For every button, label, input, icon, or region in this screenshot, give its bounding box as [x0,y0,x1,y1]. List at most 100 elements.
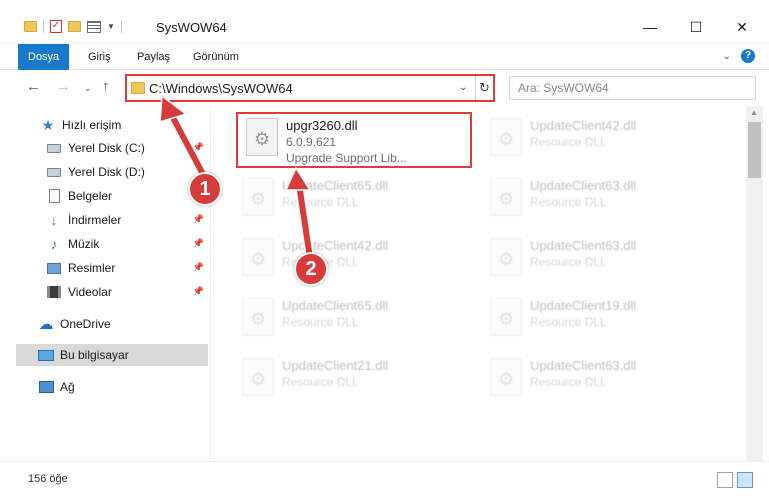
file-type: Resource DLL [282,375,359,389]
sidebar-item-network[interactable]: Ağ [16,376,208,398]
sidebar-item-this-pc[interactable]: Bu bilgisayar [16,344,208,366]
sidebar-item-label: OneDrive [60,317,111,331]
sidebar-item-local-disk-c[interactable]: Yerel Disk (C:) 📌 [16,137,208,159]
tab-file[interactable]: Dosya [18,44,70,70]
back-arrow-icon[interactable]: ← [26,78,41,95]
file-type: Resource DLL [530,255,607,269]
file-item[interactable]: ⚙ UpdateClient63.dll Resource DLL [482,172,722,222]
sidebar-item-label: Videolar [68,285,112,299]
sidebar-item-label: Belgeler [68,189,113,203]
file-type: Resource DLL [530,315,607,329]
window-title: SysWOW64 [156,20,227,35]
recent-locations-chevron-icon[interactable]: ⌄ [84,83,92,94]
file-item[interactable]: ⚙ UpdateClient63.dll Resource DLL [482,352,722,402]
folder-icon [131,82,145,94]
sidebar-item-label: Resimler [68,261,116,275]
properties-check-icon[interactable]: ✓ [50,20,62,33]
help-icon[interactable]: ? [741,49,755,63]
ribbon-controls: ⌄ ? [723,49,755,63]
file-item[interactable]: ⚙ UpdateClient42.dll Resource DLL [234,232,474,282]
maximize-button[interactable]: ☐ [673,14,719,40]
quick-access-toolbar: ✓ ▼ [24,20,122,33]
file-item[interactable]: ⚙ UpdateClient19.dll Resource DLL [482,292,722,342]
sidebar-item-onedrive[interactable]: ☁ OneDrive [16,313,208,335]
navigation-bar: ← → ⌄ ↑ C:\Windows\SysWOW64 ⌄ ↻ Ara: Sys… [0,70,769,106]
document-icon [46,189,62,203]
tab-view[interactable]: Görünüm [183,44,249,70]
file-item[interactable]: ⚙ UpdateClient42.dll Resource DLL [482,112,722,162]
file-name: UpdateClient42.dll [530,118,637,133]
dll-file-icon: ⚙ [490,118,522,156]
dll-file-icon: ⚙ [490,238,522,276]
video-icon [46,285,62,299]
refresh-icon[interactable]: ↻ [475,76,493,100]
sidebar-item-label: Yerel Disk (C:) [68,141,145,155]
star-icon: ★ [41,116,55,133]
download-icon: ↓ [50,212,58,228]
file-name: UpdateClient65.dll [282,178,389,193]
dll-file-icon: ⚙ [490,358,522,396]
toolbar-separator [120,20,122,33]
address-path[interactable]: C:\Windows\SysWOW64 [149,81,293,96]
file-name: UpdateClient19.dll [530,298,637,313]
customize-toolbar-arrow-icon[interactable]: ▼ [107,22,115,31]
close-button[interactable]: ✕ [719,14,765,40]
dll-file-icon: ⚙ [242,298,274,336]
folder-icon[interactable] [24,21,37,32]
dll-file-icon: ⚙ [242,358,274,396]
step-callout-one: 1 [188,172,222,206]
file-name: UpdateClient63.dll [530,358,637,373]
sidebar-item-label: Hızlı erişim [62,118,122,132]
pin-icon[interactable]: 📌 [193,262,204,273]
item-count: 156 öğe [28,473,68,485]
tab-home[interactable]: Giriş [78,44,121,70]
scroll-up-arrow-icon[interactable]: ▲ [750,108,758,117]
view-toggle [717,472,753,488]
file-name: UpdateClient21.dll [282,358,389,373]
file-item[interactable]: ⚙ UpdateClient65.dll Resource DLL [234,172,474,222]
large-icons-view-icon[interactable] [737,472,753,488]
forward-arrow-icon[interactable]: → [56,78,71,95]
sidebar-item-label: İndirmeler [68,213,122,227]
address-bar[interactable]: C:\Windows\SysWOW64 ⌄ ↻ [125,74,495,102]
up-arrow-icon[interactable]: ↑ [102,78,110,95]
sidebar-item-quick-access[interactable]: ★ Hızlı erişim [16,114,208,136]
tab-share[interactable]: Paylaş [127,44,180,70]
new-folder-icon[interactable] [68,21,81,32]
drive-icon [46,165,62,179]
details-view-icon[interactable] [717,472,733,488]
search-box[interactable]: Ara: SysWOW64 [509,76,756,100]
vertical-scrollbar[interactable]: ▲ [746,106,763,461]
sidebar-item-label: Yerel Disk (D:) [68,165,145,179]
sidebar-item-label: Müzik [68,237,100,251]
sidebar-item-pictures[interactable]: Resimler 📌 [16,257,208,279]
properties-icon[interactable] [87,20,101,33]
dll-file-icon: ⚙ [242,238,274,276]
file-item[interactable]: ⚙ UpdateClient63.dll Resource DLL [482,232,722,282]
search-input[interactable]: Ara: SysWOW64 [518,81,609,95]
title-bar: ✓ ▼ SysWOW64 — ☐ ✕ [0,0,769,44]
step-callout-two: 2 [294,252,328,286]
toolbar-separator [43,20,44,33]
address-dropdown-chevron-icon[interactable]: ⌄ [459,82,467,93]
minimize-button[interactable]: — [627,14,673,40]
sidebar-item-documents[interactable]: Belgeler 📌 [16,185,208,207]
sidebar-item-label: Bu bilgisayar [60,348,129,362]
pin-icon[interactable]: 📌 [193,286,204,297]
cloud-icon: ☁ [38,316,54,333]
file-type: Resource DLL [530,375,607,389]
file-item[interactable]: ⚙ UpdateClient21.dll Resource DLL [234,352,474,402]
sidebar-item-downloads[interactable]: ↓ İndirmeler 📌 [16,209,208,231]
file-item[interactable]: ⚙ UpdateClient65.dll Resource DLL [234,292,474,342]
file-name: UpdateClient63.dll [530,178,637,193]
sidebar-item-local-disk-d[interactable]: Yerel Disk (D:) [16,161,208,183]
file-name: UpdateClient42.dll [282,238,389,253]
pin-icon[interactable]: 📌 [193,142,204,153]
pin-icon[interactable]: 📌 [193,238,204,249]
file-type: Resource DLL [282,315,359,329]
pin-icon[interactable]: 📌 [193,214,204,225]
expand-ribbon-chevron-icon[interactable]: ⌄ [723,51,731,62]
sidebar-item-music[interactable]: ♪ Müzik 📌 [16,233,208,255]
sidebar-item-videos[interactable]: Videolar 📌 [16,281,208,303]
scrollbar-thumb[interactable] [748,122,761,178]
